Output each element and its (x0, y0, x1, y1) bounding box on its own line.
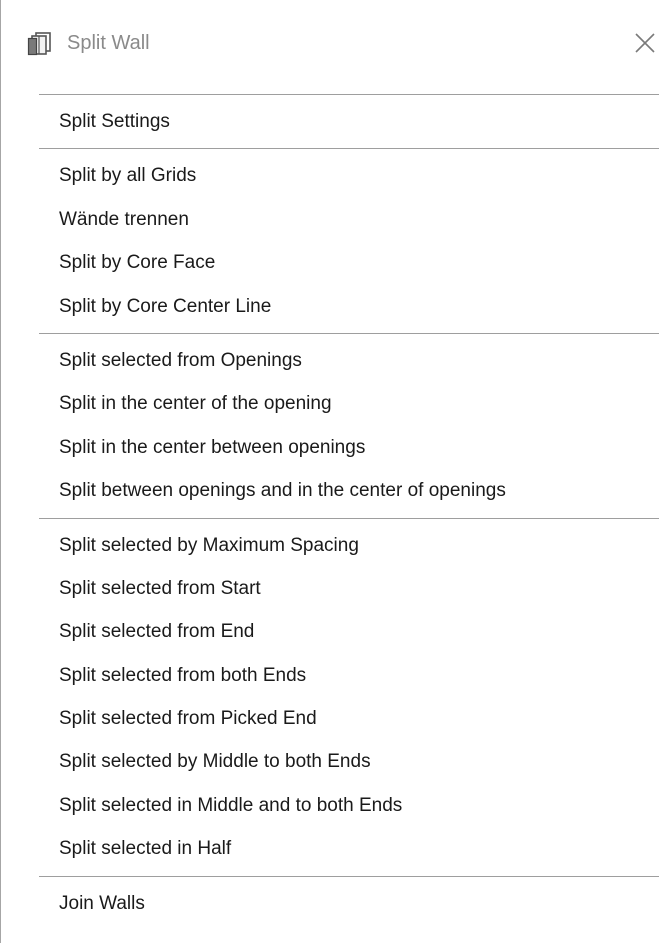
menu-item-split-center-between-openings[interactable]: Split in the center between openings (1, 426, 670, 469)
menu-item-split-in-half[interactable]: Split selected in Half (1, 827, 670, 870)
menu-item-split-from-end[interactable]: Split selected from End (1, 610, 670, 653)
menu-group-join: Join Walls (1, 877, 670, 930)
split-wall-window: Split Wall Split Settings Split by all G… (0, 0, 670, 943)
menu-group-spacing: Split selected by Maximum Spacing Split … (1, 519, 670, 876)
menu-item-waende-trennen[interactable]: Wände trennen (1, 198, 670, 241)
menu-item-split-from-picked-end[interactable]: Split selected from Picked End (1, 697, 670, 740)
menu-item-split-by-core-face[interactable]: Split by Core Face (1, 241, 670, 284)
menu-item-split-settings[interactable]: Split Settings (1, 100, 670, 143)
menu-item-split-center-of-opening[interactable]: Split in the center of the opening (1, 382, 670, 425)
menu-item-split-middle-to-both-ends[interactable]: Split selected by Middle to both Ends (1, 740, 670, 783)
title-bar: Split Wall (1, 0, 670, 86)
menu-item-split-from-start[interactable]: Split selected from Start (1, 567, 670, 610)
menu-group-grids-core: Split by all Grids Wände trennen Split b… (1, 149, 670, 333)
menu-group-settings: Split Settings (1, 95, 670, 148)
menu-item-split-by-core-center-line[interactable]: Split by Core Center Line (1, 285, 670, 328)
menu-item-split-maximum-spacing[interactable]: Split selected by Maximum Spacing (1, 524, 670, 567)
wall-split-icon (27, 30, 53, 56)
menu-item-split-selected-from-openings[interactable]: Split selected from Openings (1, 339, 670, 382)
menu-item-split-in-middle-and-both-ends[interactable]: Split selected in Middle and to both End… (1, 784, 670, 827)
menu-item-split-by-all-grids[interactable]: Split by all Grids (1, 154, 670, 197)
window-title: Split Wall (67, 32, 150, 54)
close-icon[interactable] (630, 28, 660, 58)
split-menu: Split Settings Split by all Grids Wände … (1, 94, 670, 930)
menu-item-join-walls[interactable]: Join Walls (1, 882, 670, 925)
menu-item-split-between-and-center-openings[interactable]: Split between openings and in the center… (1, 469, 670, 512)
menu-group-openings: Split selected from Openings Split in th… (1, 334, 670, 518)
menu-item-split-from-both-ends[interactable]: Split selected from both Ends (1, 654, 670, 697)
